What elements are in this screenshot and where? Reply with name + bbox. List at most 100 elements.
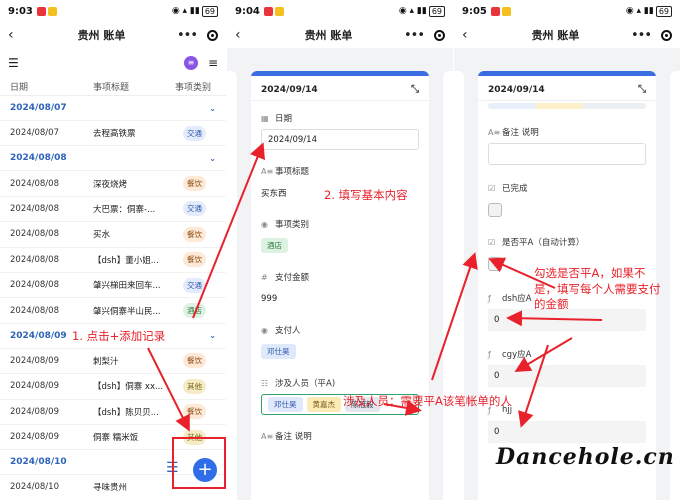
group-date: 2024/08/07 [10,103,67,113]
table-row[interactable]: 2024/08/09 【dsh】陈贝贝... 餐饮 [0,400,226,425]
field-label: ◉ 事项类别 [261,219,310,231]
page-title: 贵州 账单 [77,29,126,42]
date-field[interactable]: 2024/09/14 [261,129,419,150]
page-title: 贵州 账单 [531,29,580,42]
status-bar: 9:05 ◉ ▴ ▮▮ 69 [454,0,680,22]
field-label: ƒ cgy应A [488,349,532,361]
annotation-involved: 涉及人员：需要平A该笔帐单的人 [343,394,512,408]
row-date: 2024/08/08 [10,178,59,189]
table-row[interactable]: 2024/08/08 买水 餐饮 [0,222,226,248]
back-icon[interactable]: ‹ [462,27,480,43]
nav-bar: ‹ 贵州 账单 ••• [454,22,680,48]
group-header[interactable]: 2024/08/08 ⌄ [0,146,226,172]
multi-select-icon: ☷ [261,378,269,388]
signal-icon: ◉ ▴ ▮▮ [398,6,427,16]
table-row[interactable]: 2024/08/08 肇兴梯田来回车... 交通 [0,273,226,299]
signal-icon: ◉ ▴ ▮▮ [625,6,654,16]
row-title: 肇兴侗寨半山民... [93,306,161,317]
chevron-down-icon[interactable]: ⌄ [209,154,216,163]
field-label: ▦ 日期 [261,113,293,125]
group-date: 2024/08/08 [10,153,67,164]
back-icon[interactable]: ‹ [235,27,253,43]
field-label: ☷ 涉及人员（平A) [261,378,336,390]
annotation-step2: 2. 填写基本内容 [324,188,408,202]
table-row[interactable]: 2024/08/07 去程高铁票 交通 [0,121,226,147]
field-label: A≡ 事项标题 [261,166,310,178]
category-field[interactable]: 酒店 [251,235,429,256]
category-badge: 交通 [183,201,206,217]
category-badge: 餐饮 [183,353,206,369]
text-icon: A≡ [488,127,501,137]
note-field[interactable] [488,143,646,165]
target-icon[interactable] [207,29,218,41]
row-title: 刺梨汁 [93,356,119,367]
more-icon[interactable]: ••• [404,28,425,43]
category-badge: 交通 [183,277,206,293]
checkbox-icon: ☑ [488,183,496,193]
collapse-icon[interactable]: ⤡ [411,84,419,95]
cgy-amount-field[interactable]: 0 [488,365,646,387]
row-date: 2024/08/08 [10,254,59,265]
back-icon[interactable]: ‹ [8,27,26,43]
table-row[interactable]: 2024/08/09 刺梨汁 餐饮 [0,349,226,375]
battery-icon: 69 [428,5,445,17]
target-icon[interactable] [434,29,445,41]
chevron-down-icon[interactable]: ⌄ [209,331,216,340]
done-checkbox[interactable] [488,203,502,217]
chevron-down-icon[interactable]: ⌄ [209,104,216,113]
row-date: 2024/08/08 [10,229,59,240]
app-notification-icon [47,6,57,16]
next-card-edge [443,71,453,500]
row-title: 深夜烧烤 [93,179,128,190]
row-date: 2024/08/08 [10,280,59,291]
prev-card-edge [454,71,464,500]
card-header: 2024/09/14 ⤡ [478,71,656,101]
list-toolbar: ☰ ≡ ≡ [0,48,226,78]
person-chip: 邓仕昊 [268,397,303,412]
table-row[interactable]: 2024/08/08 【dsh】董小姐... 餐饮 [0,248,226,273]
collapse-icon[interactable]: ⤡ [638,84,646,95]
table-row[interactable]: 2024/08/09 【dsh】侗寨 xx... 其他 [0,374,226,400]
category-badge: 酒店 [183,303,206,319]
watermark: Dancehole.cn [496,444,675,470]
more-icon[interactable]: ••• [177,28,198,43]
person-chip: 黄嘉杰 [306,397,341,412]
status-right: ◉ ▴ ▮▮ 69 [171,5,218,17]
payer-chip: 邓仕昊 [261,344,296,359]
field-label: ☑ 已完成 [488,183,528,195]
battery-icon: 69 [201,5,218,17]
target-icon[interactable] [661,29,672,41]
chips-scroll-hint [488,103,646,109]
nav-bar: ‹ 贵州 账单 ••• [227,22,453,48]
column-header[interactable]: 事项类别 [175,80,211,93]
status-time: 9:03 [8,5,33,17]
amount-field[interactable]: 999 [251,288,429,309]
field-label: # 支付金额 [261,272,310,284]
table-row[interactable]: 2024/08/08 深夜烧烤 餐饮 [0,171,226,197]
group-header[interactable]: 2024/08/07 ⌄ [0,96,226,121]
status-bar: 9:03 ◉ ▴ ▮▮ 69 [0,0,226,22]
annotation-line: 是，填写每个人需要支付 [534,281,661,296]
hjj-amount-field[interactable]: 0 [488,421,646,443]
signal-icon: ◉ ▴ ▮▮ [171,6,200,16]
column-header[interactable]: 事项标题 [93,80,175,93]
menu-icon[interactable]: ≡ [208,56,218,70]
column-header[interactable]: 日期 [10,80,93,93]
row-title: 【dsh】陈贝贝... [93,407,159,418]
next-card-edge [670,71,680,500]
more-icon[interactable]: ••• [631,28,652,43]
table-row[interactable]: 2024/08/08 大巴票：侗寨-... 交通 [0,197,226,223]
category-chip: 酒店 [261,238,288,253]
payer-field[interactable]: 邓仕昊 [251,341,429,362]
row-title: 去程高铁票 [93,129,136,140]
row-title: 【dsh】侗寨 xx... [93,382,164,393]
field-label: ◉ 支付人 [261,325,301,337]
row-date: 2024/08/08 [10,203,59,214]
avatar[interactable]: ≡ [183,56,198,70]
prev-card-edge [227,71,237,500]
formula-icon: ƒ [488,349,491,359]
outline-icon[interactable]: ☰ [8,56,19,70]
split-checkbox[interactable] [488,257,502,271]
table-row[interactable]: 2024/08/08 肇兴侗寨半山民... 酒店 [0,298,226,324]
calendar-icon: ▦ [261,113,269,123]
